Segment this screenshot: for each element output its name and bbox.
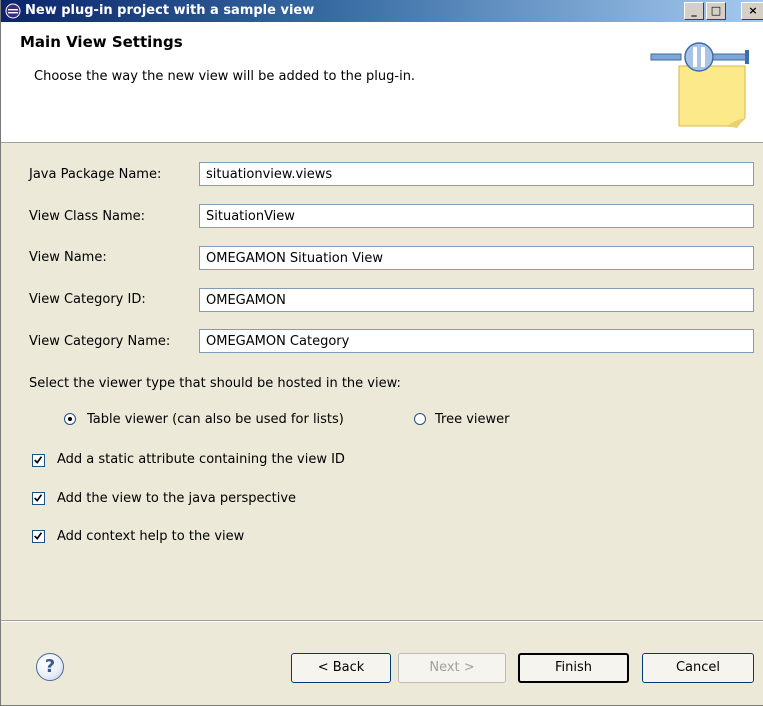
maximize-button[interactable]: □ (706, 2, 726, 20)
checkmark-icon (34, 494, 43, 502)
view-name-field[interactable] (199, 246, 754, 270)
minimize-button[interactable]: _ (684, 2, 704, 20)
page-description: Choose the way the new view will be adde… (34, 69, 416, 84)
table-viewer-radio[interactable] (64, 413, 76, 425)
back-button[interactable]: < Back (291, 653, 391, 683)
java-perspective-label[interactable]: Add the view to the java perspective (57, 491, 296, 506)
page-title: Main View Settings (20, 33, 183, 51)
view-class-label: View Class Name: (29, 209, 146, 224)
view-category-id-field[interactable] (199, 288, 754, 312)
finish-button[interactable]: Finish (518, 653, 629, 683)
view-name-label: View Name: (29, 250, 107, 265)
java-package-label: Java Package Name: (29, 167, 162, 182)
wizard-dialog: New plug-in project with a sample view _… (0, 0, 763, 706)
wizard-header: Main View Settings Choose the way the ne… (1, 22, 763, 143)
static-attribute-label[interactable]: Add a static attribute containing the vi… (57, 452, 345, 467)
view-category-name-label: View Category Name: (29, 334, 171, 349)
next-button[interactable]: Next > (398, 653, 506, 683)
view-class-field[interactable] (199, 204, 754, 228)
context-help-checkbox[interactable] (32, 530, 45, 543)
plugin-wizard-icon (650, 42, 749, 128)
radio-selected-dot (68, 417, 72, 421)
checkmark-icon (34, 532, 43, 540)
close-button[interactable]: × (741, 2, 763, 20)
table-viewer-label[interactable]: Table viewer (can also be used for lists… (87, 412, 344, 427)
eclipse-icon (5, 3, 21, 19)
viewer-type-prompt: Select the viewer type that should be ho… (29, 376, 401, 391)
checkmark-icon (34, 456, 43, 464)
tree-viewer-radio[interactable] (414, 413, 426, 425)
view-category-id-label: View Category ID: (29, 292, 146, 307)
title-bar[interactable]: New plug-in project with a sample view _… (1, 0, 763, 22)
help-icon[interactable]: ? (36, 653, 64, 681)
button-bar-separator (1, 620, 763, 622)
java-package-field[interactable] (199, 162, 754, 186)
window-title: New plug-in project with a sample view (25, 3, 315, 18)
context-help-label[interactable]: Add context help to the view (57, 529, 244, 544)
static-attribute-checkbox[interactable] (32, 454, 45, 467)
tree-viewer-label[interactable]: Tree viewer (435, 412, 510, 427)
java-perspective-checkbox[interactable] (32, 492, 45, 505)
cancel-button[interactable]: Cancel (642, 653, 754, 683)
view-category-name-field[interactable] (199, 329, 754, 353)
